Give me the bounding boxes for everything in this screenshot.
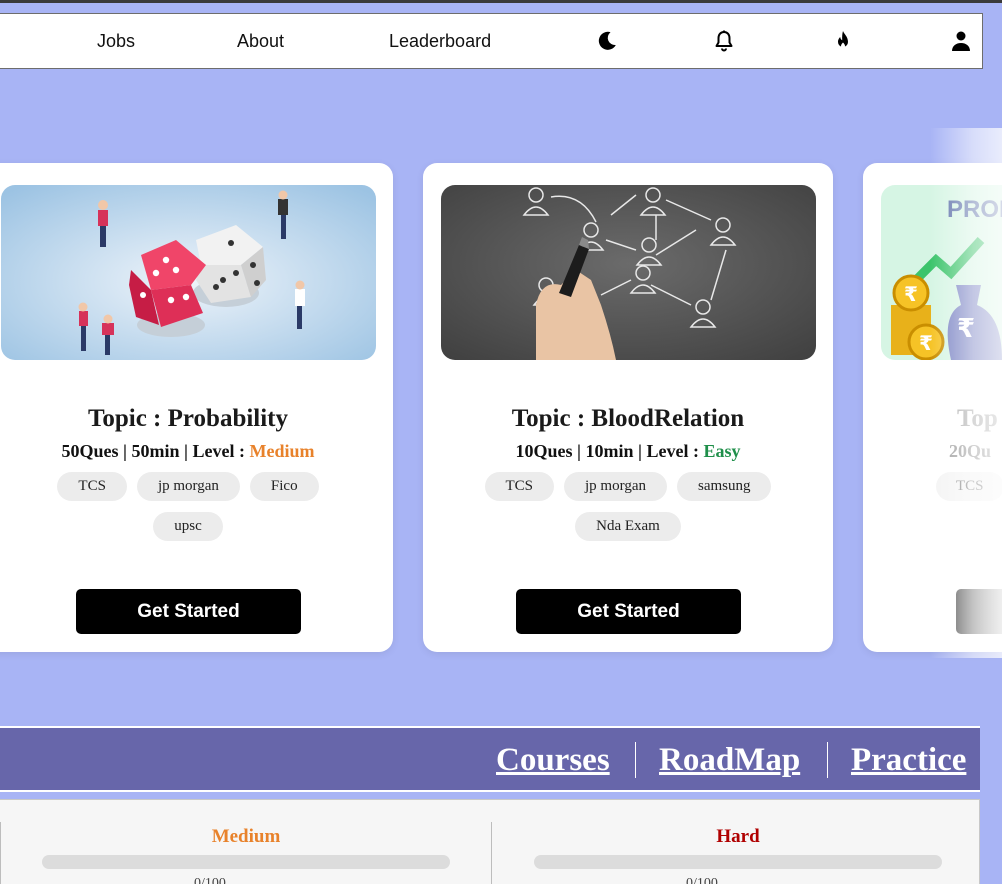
svg-text:₹: ₹ [919, 331, 933, 355]
question-count: 10Ques [515, 441, 573, 461]
tag-chip[interactable]: TCS [57, 472, 127, 501]
company-tags: TCS jp morgan samsung Nda Exam [443, 472, 813, 541]
stat-count-hard: 0/100 [686, 876, 718, 884]
get-started-button[interactable]: Get Started [516, 589, 741, 634]
section-banner: Courses RoadMap Practice [0, 726, 980, 792]
tag-chip[interactable]: samsung [676, 472, 772, 501]
tag-chip[interactable]: TCS [936, 472, 1002, 501]
card-title-partial: Top [957, 405, 998, 432]
duration: 10min [585, 441, 634, 461]
tag-chip[interactable]: Fico [249, 472, 319, 501]
company-tags: TCS jp morgan Fico upsc [23, 472, 353, 541]
duration: 50min [131, 441, 180, 461]
practice-link[interactable]: Practice [851, 738, 966, 782]
window-top-border [0, 0, 1002, 3]
stat-label-hard: Hard [716, 826, 760, 847]
card-meta: 50Ques | 50min | Level : Medium [61, 441, 315, 461]
banner-divider [827, 742, 828, 778]
level-badge-easy: Easy [703, 441, 741, 461]
fire-icon[interactable] [831, 29, 855, 53]
probability-dice-illustration [1, 185, 376, 360]
tag-chip[interactable]: Nda Exam [575, 512, 681, 541]
get-started-button-partial[interactable] [956, 589, 1002, 634]
nav-jobs-link[interactable]: Jobs [97, 14, 135, 68]
tag-chip[interactable]: TCS [484, 472, 555, 501]
nav-leaderboard-link[interactable]: Leaderboard [389, 14, 491, 68]
svg-text:₹: ₹ [957, 314, 975, 344]
top-navbar: Jobs About Leaderboard [0, 13, 983, 69]
level-label: Level : [646, 441, 699, 461]
progress-stats-panel: Medium 0/100 Hard 0/100 [0, 799, 980, 884]
card-meta: 10Ques | 10min | Level : Easy [515, 441, 741, 461]
card-meta-partial: 20Qu [949, 441, 992, 461]
moon-icon[interactable] [595, 29, 619, 53]
bell-icon[interactable] [712, 29, 736, 53]
tag-chip[interactable]: upsc [153, 512, 223, 541]
tag-chip[interactable]: jp morgan [564, 472, 667, 501]
quiz-card-bloodrelation: Topic : BloodRelation 10Ques | 10min | L… [423, 163, 833, 652]
user-icon[interactable] [949, 29, 973, 53]
stat-divider [0, 822, 1, 884]
stat-label-medium: Medium [211, 826, 281, 847]
quiz-card-partial: PROF ₹ ₹ ₹ Top 20Qu TCS [863, 163, 1002, 652]
profit-illustration: PROF ₹ ₹ ₹ [881, 185, 1002, 360]
nav-about-link[interactable]: About [237, 14, 284, 68]
level-badge-medium: Medium [249, 441, 315, 461]
svg-text:₹: ₹ [904, 282, 918, 306]
progress-bar-medium [42, 855, 450, 869]
bloodrelation-diagram-illustration [441, 185, 816, 360]
profit-image-text: PROF [947, 196, 1002, 223]
question-count: 50Ques [61, 441, 119, 461]
quiz-card-probability: Topic : Probability 50Ques | 50min | Lev… [0, 163, 393, 652]
roadmap-link[interactable]: RoadMap [659, 738, 800, 782]
courses-link[interactable]: Courses [496, 738, 610, 782]
get-started-button[interactable]: Get Started [76, 589, 301, 634]
stat-divider [491, 822, 492, 884]
level-label: Level : [192, 441, 245, 461]
stat-count-medium: 0/100 [194, 876, 226, 884]
tag-chip[interactable]: jp morgan [136, 472, 240, 501]
card-title: Topic : BloodRelation [511, 405, 745, 432]
banner-divider [635, 742, 636, 778]
progress-bar-hard [534, 855, 942, 869]
card-title: Topic : Probability [87, 405, 289, 432]
